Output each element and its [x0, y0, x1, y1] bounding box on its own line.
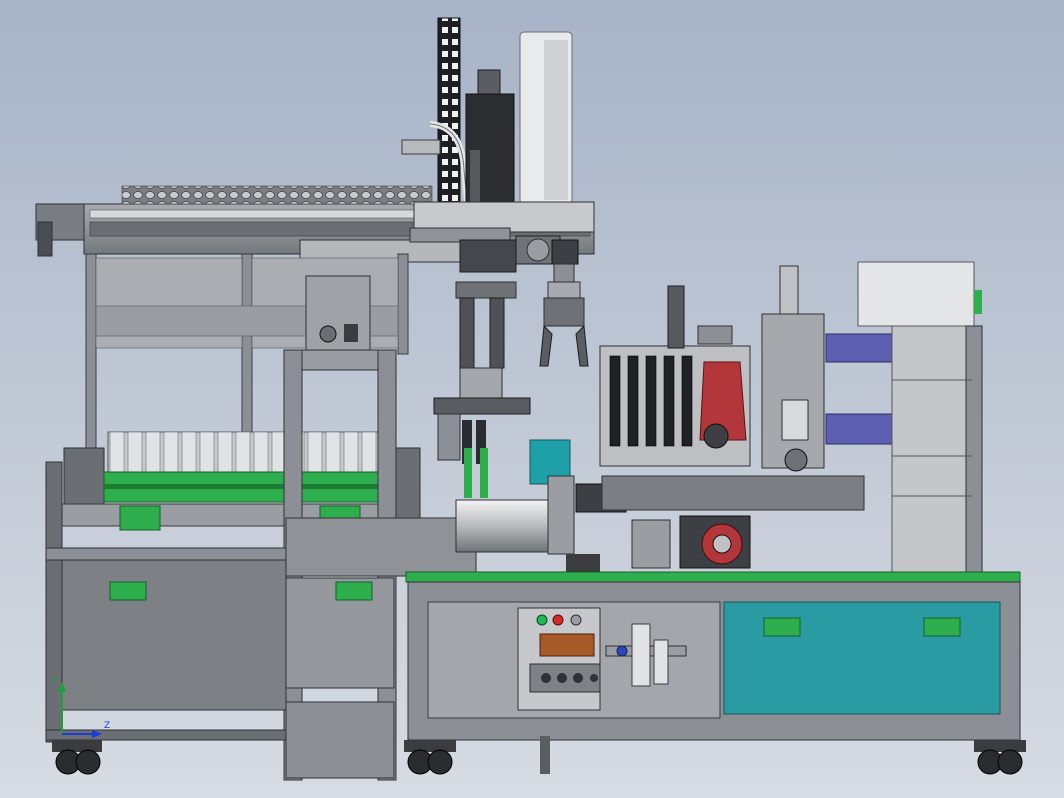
cad-viewport[interactable]: Y Z [0, 0, 1064, 798]
main-worktable-cabinet [405, 571, 1021, 741]
triad-z-label: Z [104, 721, 110, 731]
electrical-control-panel [517, 607, 601, 711]
spindle-wrapping-station [455, 265, 893, 578]
equipment-control-box [857, 261, 982, 327]
vertical-cable-drag-chain [401, 17, 471, 211]
cylinder-gripper-head [433, 281, 531, 498]
product-storage-conveyor [61, 431, 421, 531]
emergency-stop-icon [570, 614, 582, 626]
caster-wheels [52, 736, 1026, 775]
right-side-frame [891, 325, 983, 577]
machine-drawing: Y Z [35, 17, 1026, 781]
status-lamp-red-icon [552, 614, 564, 626]
triad-y-label: Y [52, 677, 59, 687]
status-lamp-green-icon [536, 614, 548, 626]
pneumatic-finger-gripper [539, 263, 589, 367]
